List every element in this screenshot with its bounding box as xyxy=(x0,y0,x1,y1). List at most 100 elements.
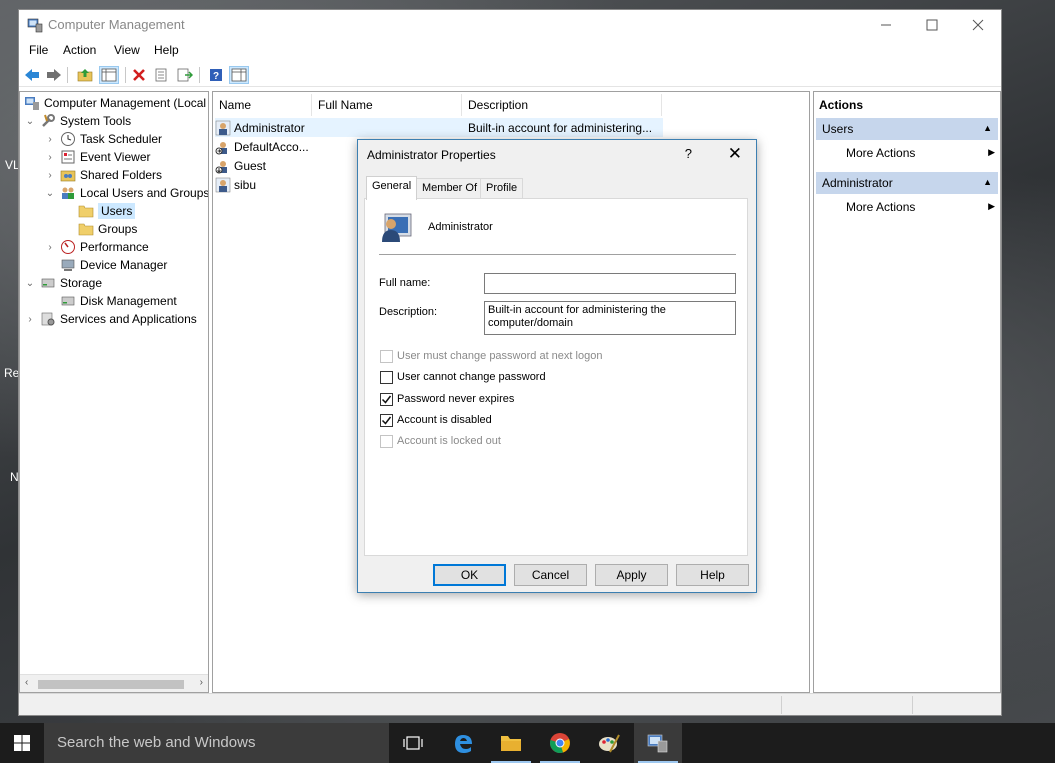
show-hide-action-pane-button[interactable] xyxy=(229,66,249,84)
checkbox-box[interactable] xyxy=(380,434,393,448)
chevron-right-icon[interactable]: › xyxy=(44,134,56,145)
tree-item-task-scheduler[interactable]: › Task Scheduler xyxy=(44,130,162,148)
must-change-password-checkbox[interactable]: User must change password at next logon xyxy=(380,349,602,363)
scroll-right-icon[interactable]: › xyxy=(200,677,203,688)
tab-profile[interactable]: Profile xyxy=(480,178,524,198)
menu-bar: File Action View Help xyxy=(19,40,1001,62)
list-item[interactable]: Guest xyxy=(215,156,355,175)
taskbar-edge[interactable] xyxy=(439,723,487,763)
apply-button[interactable]: Apply xyxy=(595,564,668,586)
tree-item-label: Storage xyxy=(60,276,103,290)
checkbox-label: User cannot change password xyxy=(397,371,546,383)
account-username: Administrator xyxy=(428,221,493,233)
horizontal-scrollbar[interactable]: ‹ › xyxy=(20,674,208,692)
list-item[interactable]: Administrator Built-in account for admin… xyxy=(215,118,663,137)
help-toolbar-button[interactable]: ? xyxy=(206,66,226,84)
dialog-help-button[interactable]: Help xyxy=(676,564,749,586)
password-never-expires-checkbox[interactable]: Password never expires xyxy=(380,392,514,406)
user-icon xyxy=(215,177,231,192)
tree-item-performance[interactable]: › Performance xyxy=(44,238,149,256)
menu-action[interactable]: Action xyxy=(63,43,96,57)
collapse-up-icon[interactable]: ▲ xyxy=(983,123,992,133)
list-item[interactable]: sibu xyxy=(215,175,355,194)
taskbar-paint[interactable] xyxy=(585,723,633,763)
tree-item-event-viewer[interactable]: › Event Viewer xyxy=(44,148,150,166)
account-locked-out-checkbox[interactable]: Account is locked out xyxy=(380,434,501,448)
column-header-full-name[interactable]: Full Name xyxy=(312,94,462,116)
checkbox-box[interactable] xyxy=(380,349,393,363)
tree-item-local-users-and-groups[interactable]: ⌄ Local Users and Groups xyxy=(44,184,209,202)
account-disabled-checkbox[interactable]: Account is disabled xyxy=(380,413,492,427)
chevron-down-icon[interactable]: ⌄ xyxy=(44,188,56,199)
cancel-button[interactable]: Cancel xyxy=(514,564,587,586)
close-button[interactable] xyxy=(955,10,1001,40)
tree-item-disk-management[interactable]: Disk Management xyxy=(60,292,177,310)
divider xyxy=(379,254,736,255)
tree-item-system-tools[interactable]: ⌄ System Tools xyxy=(24,112,131,130)
tree-item-device-manager[interactable]: Device Manager xyxy=(60,256,167,274)
tree-item-label: Local Users and Groups xyxy=(80,186,209,200)
title-bar[interactable]: Computer Management xyxy=(19,10,1001,40)
list-item[interactable]: DefaultAcco... xyxy=(215,137,355,156)
scroll-left-icon[interactable]: ‹ xyxy=(25,677,28,688)
maximize-button[interactable] xyxy=(909,10,955,40)
minimize-button[interactable] xyxy=(863,10,909,40)
taskbar-file-explorer[interactable] xyxy=(487,723,535,763)
tree-item-shared-folders[interactable]: › Shared Folders xyxy=(44,166,162,184)
tree-item-users[interactable]: Users xyxy=(78,202,136,220)
help-button[interactable]: ? xyxy=(685,146,692,161)
tab-general[interactable]: General xyxy=(366,176,418,200)
checkbox-label: Account is disabled xyxy=(397,414,492,426)
actions-title: Actions xyxy=(819,98,864,112)
column-header-description[interactable]: Description xyxy=(462,94,662,116)
forward-button[interactable] xyxy=(44,66,64,84)
tree-item-storage[interactable]: ⌄ Storage xyxy=(24,274,102,292)
back-button[interactable] xyxy=(22,66,42,84)
chevron-down-icon[interactable]: ⌄ xyxy=(24,116,36,127)
task-view-icon xyxy=(403,736,423,750)
collapse-up-icon[interactable]: ▲ xyxy=(983,177,992,187)
export-list-button[interactable] xyxy=(175,66,195,84)
tree-item-label: Shared Folders xyxy=(80,168,163,182)
checkbox-box[interactable] xyxy=(380,370,393,384)
tree-item-services-and-applications[interactable]: › Services and Applications xyxy=(24,310,196,328)
taskbar-chrome[interactable] xyxy=(536,723,584,763)
tree-item-groups[interactable]: Groups xyxy=(78,220,137,238)
tree-item-label: Groups xyxy=(98,222,138,236)
full-name-field[interactable] xyxy=(484,273,736,294)
up-one-level-button[interactable] xyxy=(75,66,95,84)
tab-member-of[interactable]: Member Of xyxy=(416,178,484,198)
menu-file[interactable]: File xyxy=(29,43,48,57)
chevron-right-icon[interactable]: › xyxy=(24,314,36,325)
start-button[interactable] xyxy=(0,723,44,763)
scrollbar-thumb[interactable] xyxy=(38,680,184,689)
dialog-close-button[interactable]: ✕ xyxy=(728,144,742,164)
maximize-icon xyxy=(926,19,938,31)
chevron-right-icon[interactable]: › xyxy=(44,242,56,253)
chevron-down-icon[interactable]: ⌄ xyxy=(24,278,36,289)
taskbar-computer-management[interactable] xyxy=(634,723,682,763)
ok-button[interactable]: OK xyxy=(433,564,506,586)
more-actions-administrator[interactable]: More Actions ▶ xyxy=(846,200,998,214)
submenu-arrow-icon: ▶ xyxy=(988,201,995,211)
menu-view[interactable]: View xyxy=(114,43,140,57)
chevron-right-icon[interactable]: › xyxy=(44,152,56,163)
task-view-button[interactable] xyxy=(389,723,437,763)
checkbox-box[interactable] xyxy=(380,392,393,406)
actions-section-users[interactable]: Users ▲ xyxy=(816,118,998,140)
general-tab-panel: Administrator Full name: Description: Bu… xyxy=(364,198,748,556)
tree-item-computer-management[interactable]: Computer Management (Local xyxy=(24,94,206,112)
properties-button[interactable] xyxy=(151,66,171,84)
taskbar-search-box[interactable]: Search the web and Windows xyxy=(44,723,389,763)
actions-section-administrator[interactable]: Administrator ▲ xyxy=(816,172,998,194)
show-hide-console-tree-button[interactable] xyxy=(99,66,119,84)
column-header-name[interactable]: Name xyxy=(213,94,312,116)
description-field[interactable]: Built-in account for administering the c… xyxy=(484,301,736,335)
chevron-right-icon[interactable]: › xyxy=(44,170,56,181)
more-actions-users[interactable]: More Actions ▶ xyxy=(846,146,998,160)
cannot-change-password-checkbox[interactable]: User cannot change password xyxy=(380,370,546,384)
menu-help[interactable]: Help xyxy=(154,43,179,57)
checkbox-box[interactable] xyxy=(380,413,393,427)
delete-button[interactable] xyxy=(129,66,149,84)
clock-icon xyxy=(61,132,75,146)
